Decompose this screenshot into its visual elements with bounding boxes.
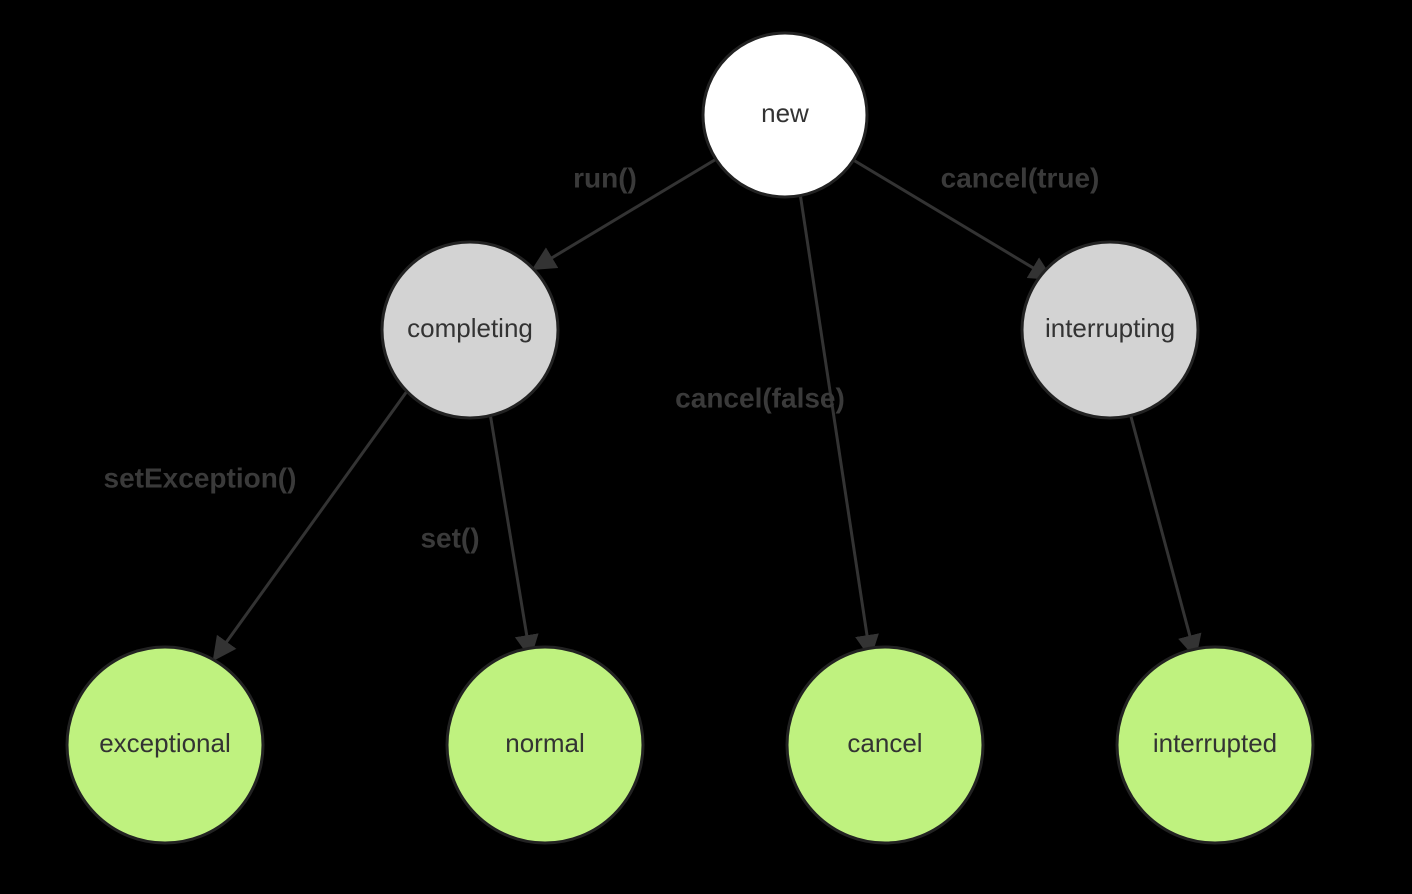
nodes: new completing interrupting exceptional … [67, 33, 1313, 843]
node-interrupted: interrupted [1117, 647, 1313, 843]
node-cancel: cancel [787, 647, 983, 843]
edge-label-cancel-false: cancel(false) [675, 382, 845, 413]
state-diagram: run() cancel(true) cancel(false) setExce… [0, 0, 1412, 894]
edge-label-run: run() [573, 162, 637, 193]
node-label-completing: completing [407, 313, 533, 343]
edge-label-cancel-true: cancel(true) [941, 162, 1100, 193]
node-label-interrupting: interrupting [1045, 313, 1175, 343]
node-label-interrupted: interrupted [1153, 728, 1277, 758]
edges: run() cancel(true) cancel(false) setExce… [104, 158, 1195, 658]
edge-set-exception [215, 387, 410, 658]
edge-label-set-exception: setException() [104, 462, 297, 493]
node-label-exceptional: exceptional [99, 728, 231, 758]
node-completing: completing [382, 242, 558, 418]
edge-set [490, 413, 530, 655]
node-label-cancel: cancel [847, 728, 922, 758]
edge-interrupt [1130, 413, 1195, 655]
edge-cancel-false [800, 193, 870, 655]
node-label-new: new [761, 98, 809, 128]
node-exceptional: exceptional [67, 647, 263, 843]
node-interrupting: interrupting [1022, 242, 1198, 418]
edge-label-set: set() [420, 522, 479, 553]
node-label-normal: normal [505, 728, 584, 758]
node-new: new [703, 33, 867, 197]
node-normal: normal [447, 647, 643, 843]
